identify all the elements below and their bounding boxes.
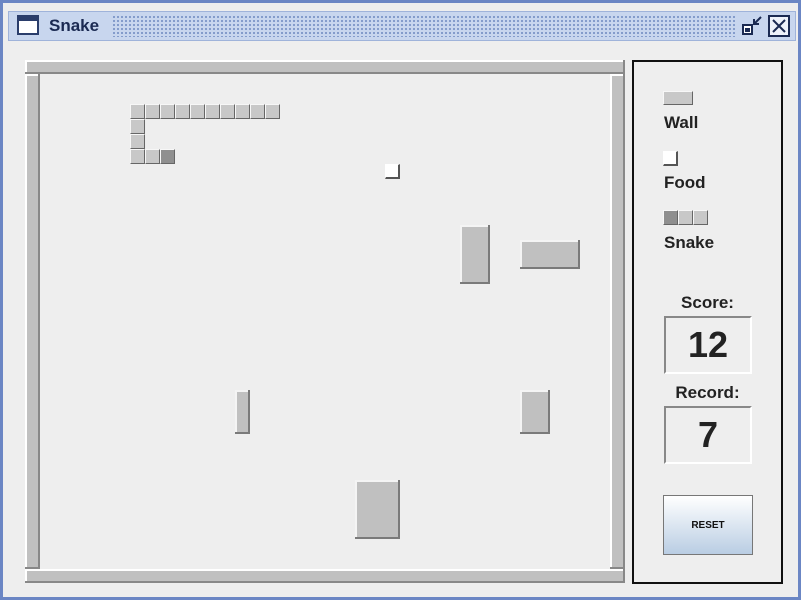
snake-segment (190, 104, 205, 119)
food-item (385, 164, 400, 179)
close-icon (772, 19, 786, 33)
restore-icon (742, 16, 762, 35)
snake-head (160, 149, 175, 164)
snake-segment (235, 104, 250, 119)
score-label: Score: (681, 293, 734, 312)
wall-block (520, 240, 580, 269)
side-panel: Wall Food Snake Score: 12 Record: 7 RESE… (632, 60, 783, 584)
window-title: Snake (49, 16, 100, 35)
legend-label-wall: Wall (664, 113, 699, 132)
title-bar-pattern (112, 15, 735, 37)
snake-legend-segment (663, 210, 678, 225)
close-button[interactable] (768, 15, 790, 37)
snake-segment (205, 104, 220, 119)
game-board (25, 60, 625, 583)
wall-block (235, 390, 250, 434)
record-label: Record: (675, 383, 740, 402)
snake-segment (130, 119, 145, 134)
wall-legend-icon (663, 91, 693, 105)
restore-button[interactable] (741, 15, 763, 37)
snake-segment (250, 104, 265, 119)
snake-segment (130, 134, 145, 149)
snake-segment (265, 104, 280, 119)
snake-legend-segment (678, 210, 693, 225)
snake-segment (130, 104, 145, 119)
snake-segment (220, 104, 235, 119)
window-icon (17, 15, 39, 35)
wall-right (610, 74, 625, 569)
legend-label-snake: Snake (664, 233, 715, 252)
wall-top (25, 60, 625, 74)
food-legend-icon (663, 151, 678, 166)
wall-block (460, 225, 490, 284)
record-value: 7 (664, 406, 752, 464)
wall-block (520, 390, 550, 434)
wall-left (25, 74, 40, 569)
snake-legend-segment (693, 210, 708, 225)
snake-segment (130, 149, 145, 164)
snake-segment (175, 104, 190, 119)
score-value: 12 (664, 316, 752, 374)
title-bar[interactable]: Snake (8, 11, 796, 41)
snake-segment (160, 104, 175, 119)
wall-bottom (25, 569, 625, 583)
wall-block (355, 480, 400, 539)
snake-segment (145, 149, 160, 164)
reset-button[interactable]: RESET (663, 495, 753, 555)
game-window: Snake Wall Food Snake Score: 12 Record: … (0, 0, 801, 600)
legend-label-food: Food (664, 173, 706, 192)
snake-segment (145, 104, 160, 119)
